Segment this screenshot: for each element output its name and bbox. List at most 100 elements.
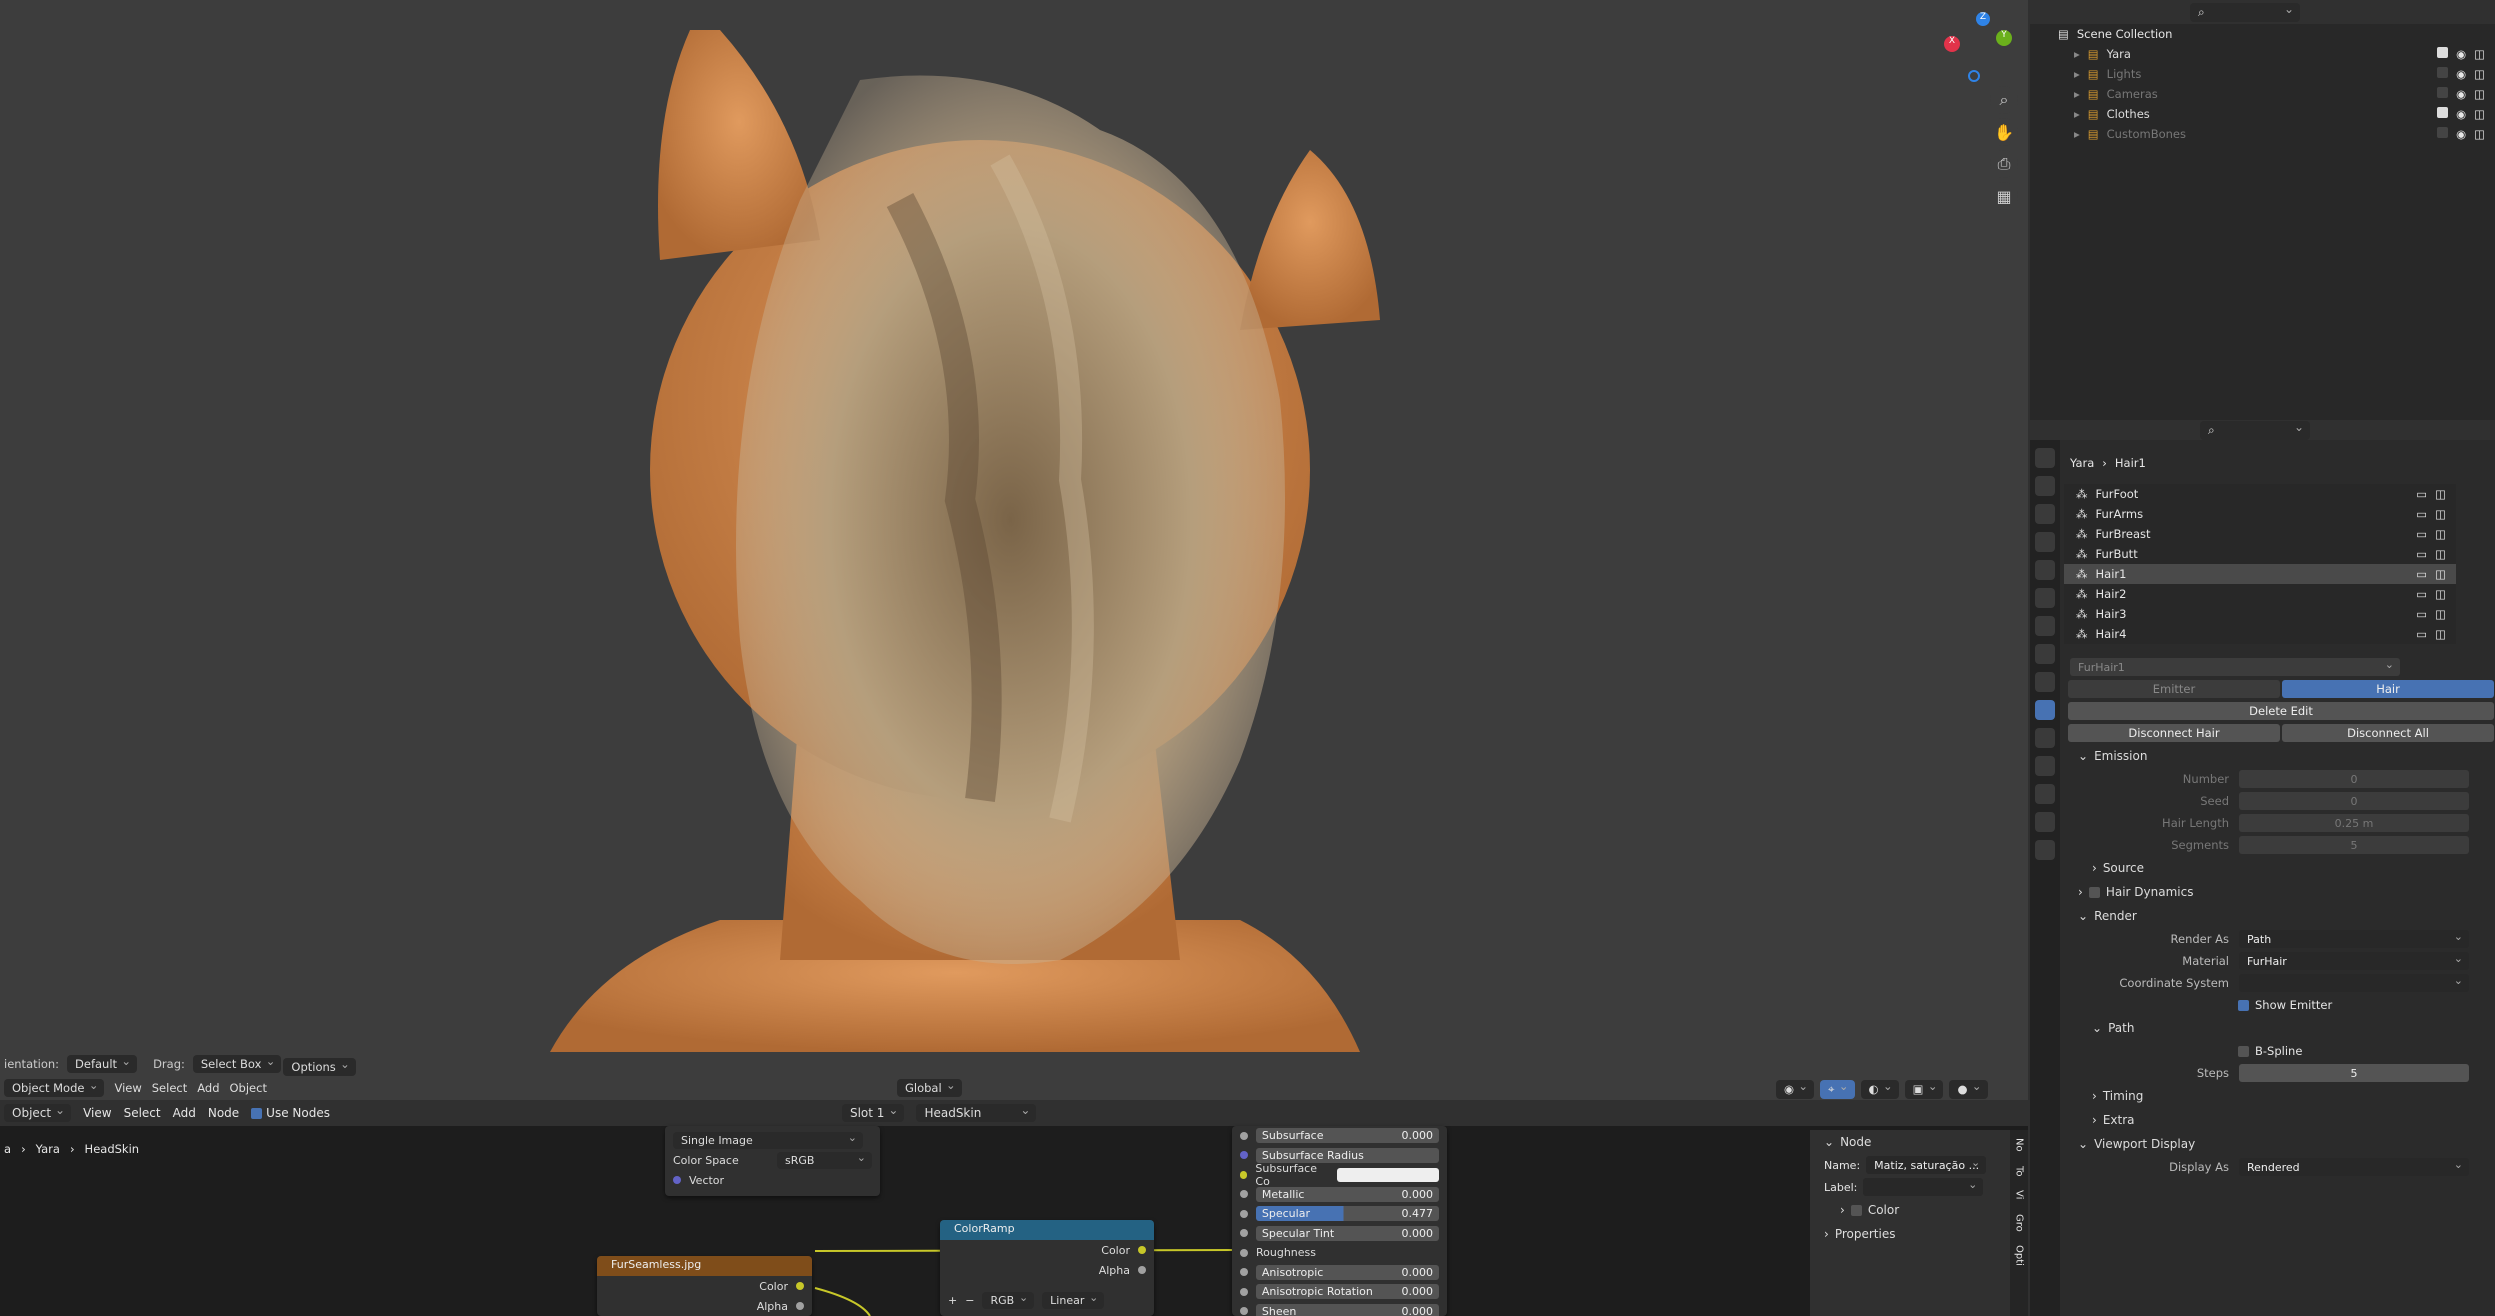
- include-checkbox[interactable]: [2437, 47, 2449, 58]
- ne-menu-view[interactable]: View: [83, 1106, 111, 1120]
- monitor-icon[interactable]: ▭: [2416, 567, 2427, 581]
- eye-icon[interactable]: ◉: [2456, 67, 2466, 81]
- expand-arrow-icon[interactable]: ▸: [2074, 87, 2080, 101]
- menu-select[interactable]: Select: [152, 1081, 187, 1095]
- expand-arrow-icon[interactable]: ▸: [2074, 47, 2080, 61]
- constraints-tab-icon[interactable]: [2035, 756, 2055, 776]
- add-stop-button[interactable]: +: [948, 1294, 957, 1307]
- coordinate-system-field[interactable]: [2239, 974, 2469, 992]
- display-as-dropdown[interactable]: Rendered: [2239, 1158, 2469, 1176]
- outliner-item[interactable]: ▸ ▤ Lights ◉ ◫: [2030, 64, 2495, 84]
- eye-icon[interactable]: ◉: [2456, 47, 2466, 61]
- particle-system-item[interactable]: ⁂ FurBreast ▭ ◫: [2064, 524, 2456, 544]
- grid-perspective-icon[interactable]: ▦: [1990, 182, 2018, 210]
- eye-icon[interactable]: ◉: [2456, 87, 2466, 101]
- remove-stop-button[interactable]: −: [965, 1294, 974, 1307]
- render-camera-icon[interactable]: ◫: [2435, 607, 2446, 621]
- scene-tab-icon[interactable]: [2035, 560, 2055, 580]
- view-layer-tab-icon[interactable]: [2035, 532, 2055, 552]
- zoom-icon[interactable]: ⌕: [1990, 86, 2018, 114]
- outliner-item[interactable]: ▸ ▤ CustomBones ◉ ◫: [2030, 124, 2495, 144]
- render-camera-icon[interactable]: ◫: [2435, 567, 2446, 581]
- visibility-dropdown[interactable]: ◉: [1776, 1079, 1815, 1099]
- camera-icon[interactable]: ◫: [2474, 127, 2485, 141]
- ramp-mode-dropdown[interactable]: RGB: [982, 1291, 1035, 1309]
- bsdf-input-row[interactable]: Anisotropic 0.000: [1232, 1263, 1447, 1283]
- menu-object[interactable]: Object: [230, 1081, 267, 1095]
- navigation-gizmo[interactable]: Z Y X: [1940, 8, 2020, 88]
- bsdf-input-row[interactable]: Roughness: [1232, 1243, 1447, 1263]
- monitor-icon[interactable]: ▭: [2416, 527, 2427, 541]
- ramp-interp-dropdown[interactable]: Linear: [1042, 1291, 1105, 1309]
- tab-tool[interactable]: To: [2014, 1166, 2025, 1177]
- node-properties-panel[interactable]: › Properties: [1810, 1222, 2010, 1246]
- ne-menu-select[interactable]: Select: [124, 1106, 161, 1120]
- render-camera-icon[interactable]: ◫: [2435, 547, 2446, 561]
- render-panel-header[interactable]: ⌄ Render: [2064, 904, 2495, 928]
- bsdf-input-row[interactable]: Sheen 0.000: [1232, 1302, 1447, 1316]
- tab-options[interactable]: Opti: [2014, 1245, 2025, 1266]
- output-tab-icon[interactable]: [2035, 504, 2055, 524]
- camera-icon[interactable]: ◫: [2474, 87, 2485, 101]
- particle-system-item[interactable]: ⁂ Hair4 ▭ ◫: [2064, 624, 2456, 644]
- monitor-icon[interactable]: ▭: [2416, 607, 2427, 621]
- timing-panel-header[interactable]: › Timing: [2064, 1084, 2495, 1108]
- disconnect-all-button[interactable]: Disconnect All: [2282, 724, 2494, 742]
- neg-z-axis-icon[interactable]: [1968, 70, 1980, 82]
- emission-field[interactable]: 0: [2239, 770, 2469, 788]
- y-axis-icon[interactable]: Y: [1996, 30, 2012, 46]
- emitter-type-tab[interactable]: Emitter: [2068, 680, 2280, 698]
- emission-field[interactable]: 0.25 m: [2239, 814, 2469, 832]
- particle-system-item[interactable]: ⁂ FurFoot ▭ ◫: [2064, 484, 2456, 504]
- render-camera-icon[interactable]: ◫: [2435, 487, 2446, 501]
- transform-orientation-dropdown[interactable]: Global: [896, 1078, 962, 1097]
- node-label-field[interactable]: [1863, 1178, 1984, 1196]
- colorramp-node[interactable]: ColorRamp Color Alpha + − RGB Linear: [940, 1220, 1154, 1316]
- gizmo-toggle-icon[interactable]: ⌖: [1820, 1079, 1855, 1099]
- include-checkbox[interactable]: [2437, 107, 2449, 118]
- menu-view[interactable]: View: [114, 1081, 141, 1095]
- emission-field[interactable]: 5: [2239, 836, 2469, 854]
- monitor-icon[interactable]: ▭: [2416, 507, 2427, 521]
- show-emitter-checkbox[interactable]: Show Emitter: [2064, 994, 2495, 1016]
- fur-image-node[interactable]: FurSeamless.jpg Color Alpha: [597, 1256, 812, 1316]
- bsdf-input-row[interactable]: Subsurface 0.000: [1232, 1126, 1447, 1146]
- outliner-search-field[interactable]: ⌕: [2190, 2, 2300, 22]
- modifier-tab-icon[interactable]: [2035, 672, 2055, 692]
- eye-icon[interactable]: ◉: [2456, 107, 2466, 121]
- bsdf-input-row[interactable]: Specular 0.477: [1232, 1204, 1447, 1224]
- physics-tab-icon[interactable]: [2035, 728, 2055, 748]
- render-as-dropdown[interactable]: Path: [2239, 930, 2469, 948]
- menu-add[interactable]: Add: [197, 1081, 219, 1095]
- render-camera-icon[interactable]: ◫: [2435, 587, 2446, 601]
- hair-type-tab[interactable]: Hair: [2282, 680, 2494, 698]
- pan-hand-icon[interactable]: ✋: [1990, 118, 2018, 146]
- slot-dropdown[interactable]: Slot 1: [841, 1103, 905, 1122]
- ne-menu-node[interactable]: Node: [208, 1106, 239, 1120]
- expand-arrow-icon[interactable]: ▸: [2074, 107, 2080, 121]
- material-tab-icon[interactable]: [2035, 812, 2055, 832]
- eye-icon[interactable]: ◉: [2456, 127, 2466, 141]
- bsdf-input-row[interactable]: Specular Tint 0.000: [1232, 1224, 1447, 1244]
- delete-edit-button[interactable]: Delete Edit: [2068, 702, 2494, 720]
- render-camera-icon[interactable]: ◫: [2435, 627, 2446, 641]
- monitor-icon[interactable]: ▭: [2416, 587, 2427, 601]
- outliner-item[interactable]: ▸ ▤ Yara ◉ ◫: [2030, 44, 2495, 64]
- world-tab-icon[interactable]: [2035, 588, 2055, 608]
- emission-field[interactable]: 0: [2239, 792, 2469, 810]
- node-panel-header[interactable]: ⌄ Node: [1810, 1130, 2010, 1154]
- outliner-item[interactable]: ▸ ▤ Clothes ◉ ◫: [2030, 104, 2495, 124]
- particle-system-item[interactable]: ⁂ FurArms ▭ ◫: [2064, 504, 2456, 524]
- camera-view-icon[interactable]: ⎙: [1990, 150, 2018, 178]
- texture-tab-icon[interactable]: [2035, 840, 2055, 860]
- hair-dynamics-panel-header[interactable]: › Hair Dynamics: [2064, 880, 2495, 904]
- viewport-display-panel-header[interactable]: ⌄ Viewport Display: [2064, 1132, 2495, 1156]
- hair-material-dropdown[interactable]: FurHair: [2239, 952, 2469, 970]
- xray-icon[interactable]: ▣: [1904, 1079, 1944, 1099]
- color-space-dropdown[interactable]: sRGB: [777, 1151, 872, 1169]
- z-axis-icon[interactable]: Z: [1976, 12, 1990, 26]
- object-tab-icon[interactable]: [2035, 644, 2055, 664]
- material-selector[interactable]: HeadSkin: [916, 1103, 1037, 1122]
- emission-panel-header[interactable]: ⌄ Emission: [2064, 744, 2495, 768]
- editor-type-dropdown[interactable]: Object: [4, 1103, 72, 1122]
